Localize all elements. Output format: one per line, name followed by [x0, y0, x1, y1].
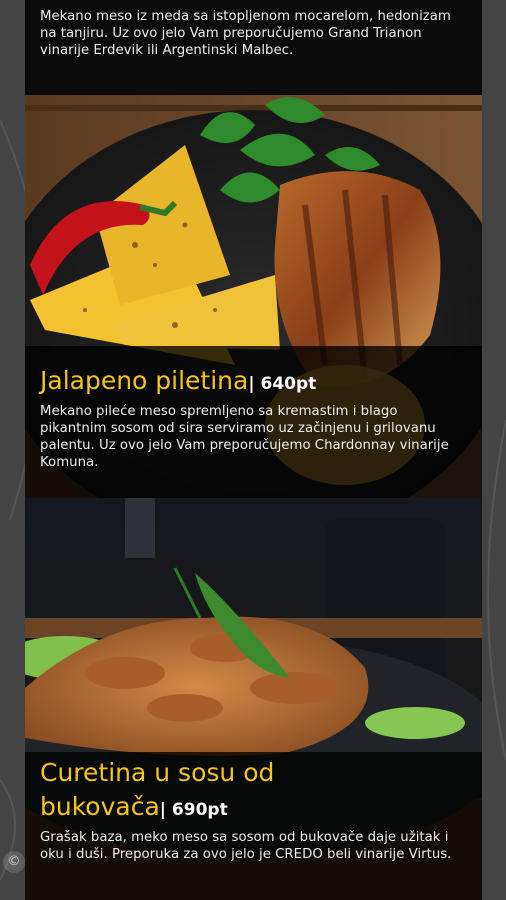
dish-price: | 690pt	[159, 800, 228, 820]
menu-item-title: Jalapeno piletina| 640pt	[40, 364, 467, 401]
dish-name-line1: Curetina u sosu od	[40, 758, 275, 787]
dish-name-line2: bukovača	[40, 792, 160, 821]
menu-item-curetina-u-sosu[interactable]: Curetina u sosu od bukovača| 690pt Grašak…	[25, 498, 482, 900]
menu-column[interactable]: Mekano meso iz meda sa istopljenom mocar…	[25, 0, 482, 900]
dish-price: | 640pt	[248, 374, 317, 394]
previous-item-info: Mekano meso iz meda sa istopljenom mocar…	[25, 0, 482, 95]
previous-item-description: Mekano meso iz meda sa istopljenom mocar…	[40, 9, 451, 58]
menu-item-jalapeno-piletina[interactable]: Jalapeno piletina| 640pt Mekano pileće m…	[25, 95, 482, 498]
dish-name: Jalapeno piletina	[40, 366, 249, 395]
menu-item-info: Curetina u sosu od bukovača| 690pt Grašak…	[25, 752, 482, 900]
menu-item-info: Jalapeno piletina| 640pt Mekano pileće m…	[25, 346, 482, 498]
copyright-icon[interactable]: ©	[3, 851, 25, 873]
dish-description: Grašak baza, meko meso sa sosom od bukov…	[40, 830, 452, 862]
dish-description: Mekano pileće meso spremljeno sa kremast…	[40, 404, 449, 470]
menu-item-title: Curetina u sosu od bukovača| 690pt	[40, 756, 467, 827]
